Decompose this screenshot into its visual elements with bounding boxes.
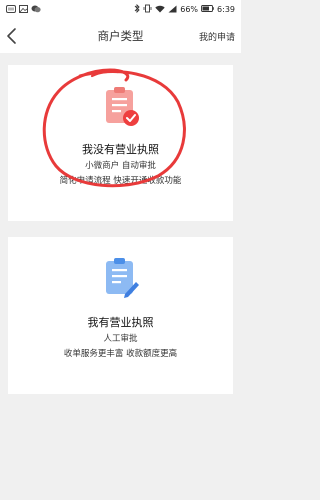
signal-icon — [168, 5, 177, 15]
clock: 6:39 — [217, 5, 235, 14]
status-bar: 66% 6:39 — [0, 0, 241, 19]
document-edit-icon — [103, 256, 141, 300]
card-title: 我有营业执照 — [87, 316, 154, 329]
my-applications-link[interactable]: 我的申请 — [199, 30, 235, 43]
bluetooth-icon — [134, 3, 140, 15]
has-license-card[interactable]: 我有营业执照 人工审批 收单服务更丰富 收款额度更高 — [8, 237, 233, 394]
battery-percent: 66% — [180, 5, 199, 14]
nav-bar: 商户类型 我的申请 — [0, 19, 241, 53]
vibrate-icon — [143, 4, 152, 15]
card-title: 我没有营业执照 — [82, 143, 159, 156]
card-description: 收单服务更丰富 收款额度更高 — [63, 349, 178, 359]
battery-icon — [201, 5, 214, 14]
wifi-icon — [155, 5, 165, 15]
card-subtitle: 小微商户 自动审批 — [85, 161, 156, 171]
empty-background — [0, 394, 241, 500]
card-description: 简化申请流程 快速开通收款功能 — [59, 176, 182, 186]
image-notification-icon — [19, 4, 28, 15]
no-license-card[interactable]: 我没有营业执照 小微商户 自动审批 简化申请流程 快速开通收款功能 — [8, 65, 233, 221]
wechat-notification-icon — [31, 5, 41, 15]
document-check-icon — [103, 85, 141, 129]
status-left-icons — [6, 4, 41, 15]
card-subtitle: 人工审批 — [103, 334, 138, 344]
status-right-icons: 66% 6:39 — [134, 3, 235, 15]
app-notification-icon — [6, 4, 16, 15]
